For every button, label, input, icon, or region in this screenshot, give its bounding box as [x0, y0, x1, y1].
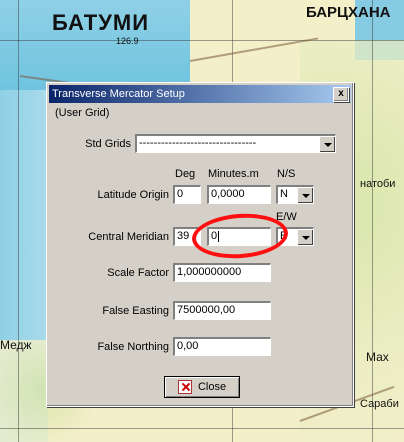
grid-line: [0, 428, 404, 429]
chevron-down-icon[interactable]: [319, 136, 335, 152]
close-button[interactable]: Close: [164, 376, 240, 398]
grid-line: [372, 0, 373, 442]
false-easting-input[interactable]: 7500000,00: [173, 301, 271, 320]
grid-line: [18, 0, 19, 442]
scale-factor-input[interactable]: 1,000000000: [173, 263, 271, 282]
map-label-natobi: натоби: [360, 178, 396, 190]
false-northing-input[interactable]: 0,00: [173, 337, 271, 356]
std-grids-select[interactable]: --------------------------------: [135, 134, 336, 153]
minutes-header: Minutes.m: [208, 168, 259, 180]
map-label-barkhana: БАРЦХАНА: [306, 4, 391, 21]
road: [189, 37, 319, 62]
close-button-label: Close: [197, 381, 227, 393]
std-grids-label: Std Grids: [85, 138, 131, 150]
dialog-title: Transverse Mercator Setup: [52, 88, 185, 100]
dialog-title-bar[interactable]: Transverse Mercator Setup x: [49, 85, 351, 103]
chevron-down-icon[interactable]: [297, 229, 313, 245]
std-grids-value: --------------------------------: [139, 137, 257, 149]
map-label-mach: Мах: [366, 350, 389, 364]
ns-header: N/S: [277, 168, 296, 180]
central-meridian-label: Central Meridian: [88, 231, 169, 243]
user-grid-label: (User Grid): [55, 107, 110, 119]
false-northing-label: False Northing: [97, 341, 169, 353]
chevron-down-icon[interactable]: [297, 187, 313, 203]
close-dialog-icon: [177, 380, 192, 394]
map-label-elevation: 126.9: [116, 36, 139, 46]
latitude-origin-label: Latitude Origin: [97, 189, 169, 201]
latitude-minutes-input[interactable]: 0,0000: [207, 185, 271, 204]
false-easting-label: False Easting: [102, 305, 169, 317]
map-label-sarabi: Сараби: [360, 398, 399, 410]
latitude-ns-select[interactable]: N: [276, 185, 314, 204]
scale-factor-label: Scale Factor: [107, 267, 169, 279]
map-label-batumi: БАТУМИ: [52, 10, 150, 35]
map-label-mezh: Медж: [0, 338, 32, 352]
deg-header: Deg: [175, 168, 196, 180]
close-icon[interactable]: x: [333, 87, 349, 102]
grid-line: [0, 40, 404, 41]
latitude-ns-value: N: [280, 188, 288, 200]
latitude-deg-input[interactable]: 0: [173, 185, 201, 204]
